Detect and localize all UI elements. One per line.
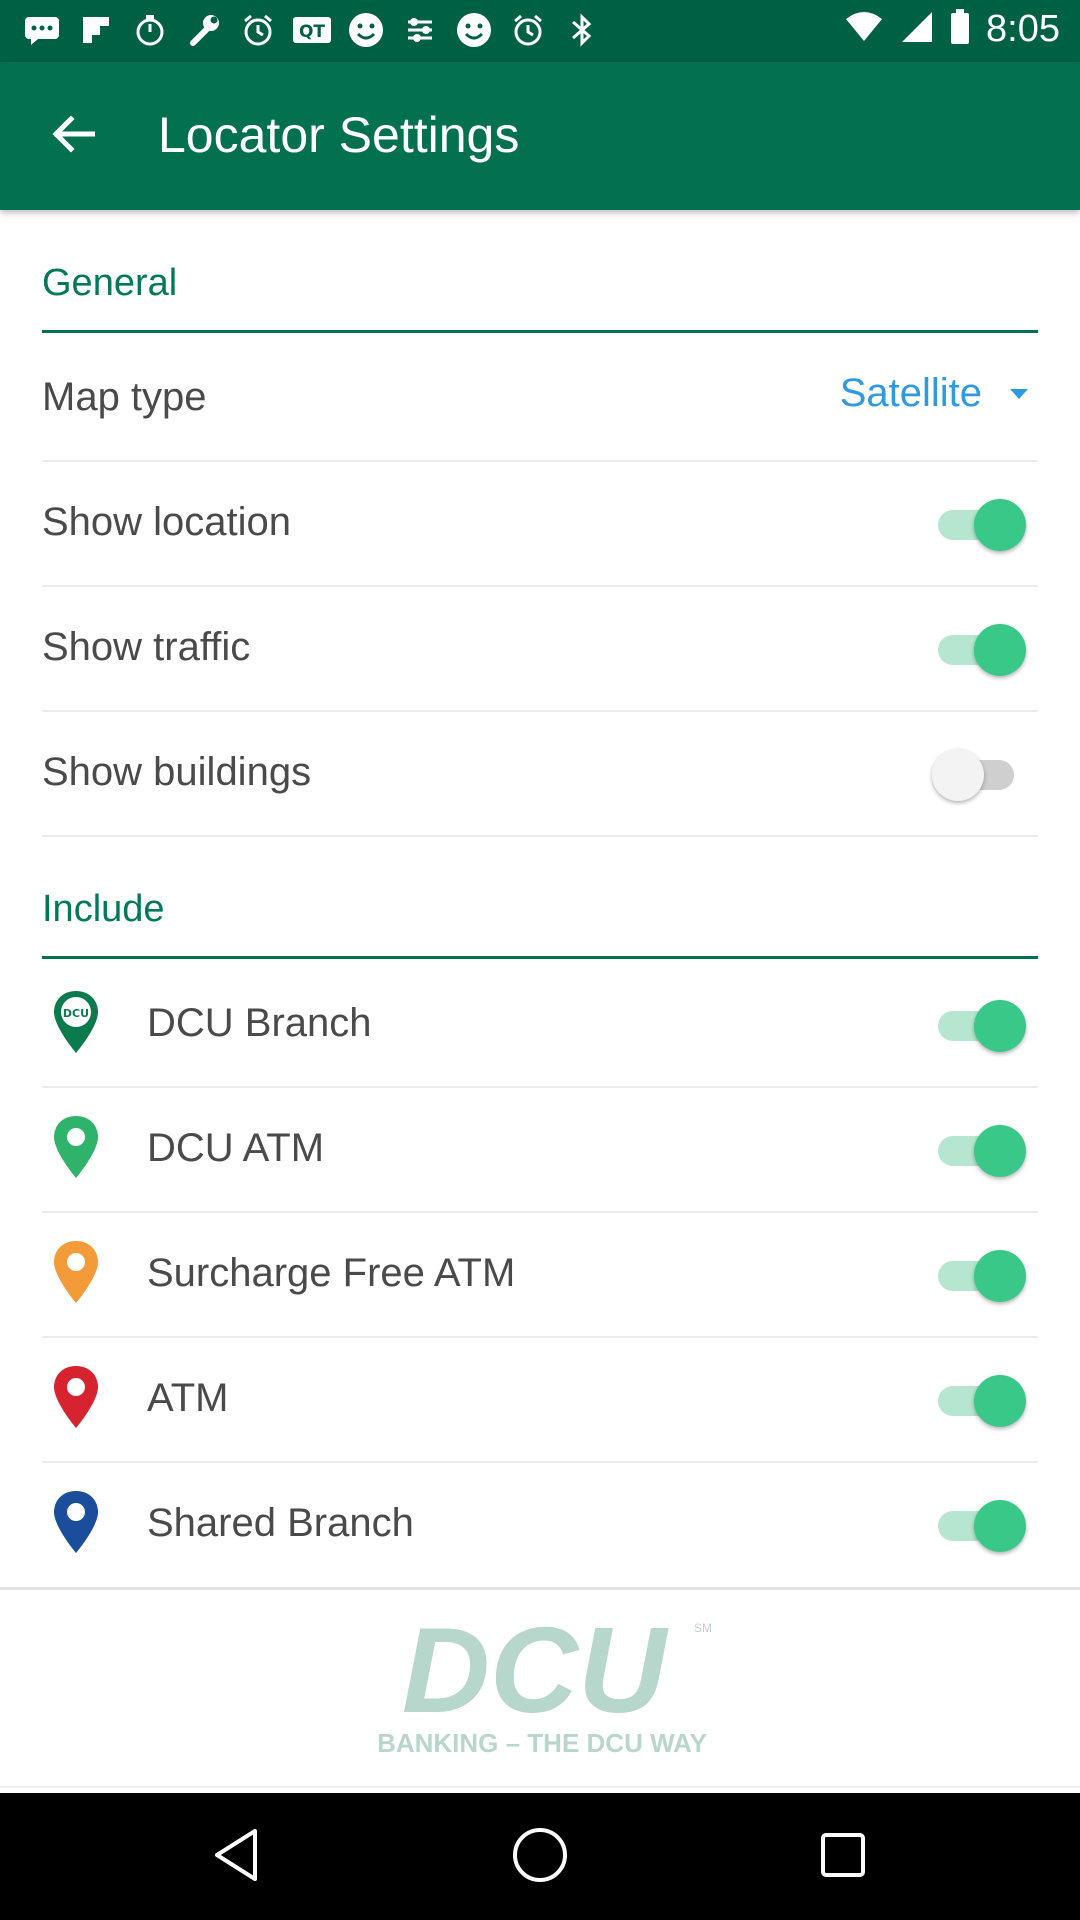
include-surcharge-free-atm-row[interactable]: Surcharge Free ATM [42,1213,1038,1338]
dropdown-arrow-icon [1010,388,1028,399]
toggle-thumb [974,1375,1026,1427]
toggle-thumb [974,1125,1026,1177]
map-type-value: Satellite [839,371,982,415]
show-buildings-toggle[interactable] [932,746,1028,802]
recents-square-icon [818,1830,868,1885]
map-type-label: Map type [42,375,207,419]
general-section-header: General [42,262,178,304]
atm-pin-icon [48,1362,104,1432]
show-traffic-toggle[interactable] [932,621,1028,677]
dcu-branch-label: DCU Branch [147,1001,372,1045]
dcu-atm-label: DCU ATM [147,1126,325,1170]
include-section-header: Include [42,888,165,930]
back-triangle-icon [211,1827,261,1888]
include-atm-row[interactable]: ATM [42,1338,1038,1463]
surcharge-free-atm-label: Surcharge Free ATM [147,1251,516,1295]
footer-divider [0,1587,1080,1590]
nav-recents-button[interactable] [803,1817,883,1897]
system-status: 8:05 [844,8,1060,51]
app-bar: Locator Settings [0,62,1080,210]
toggle-thumb [974,1500,1026,1552]
show-traffic-label: Show traffic [42,625,251,669]
show-traffic-row[interactable]: Show traffic [42,587,1038,712]
battery-icon [950,9,970,50]
map-type-row[interactable]: Map type Satellite [42,337,1038,462]
svg-text:QT: QT [299,22,325,42]
toggle-thumb [974,499,1026,551]
home-circle-icon [511,1826,569,1889]
toggle-thumb [932,749,984,801]
row-divider [42,835,1038,837]
smiley-icon [454,10,494,50]
include-dcu-branch-row[interactable]: DCU DCU Branch [42,963,1038,1088]
surcharge-free-atm-pin-icon [48,1237,104,1307]
status-time: 8:05 [986,8,1060,50]
include-section-divider [42,956,1038,959]
general-section-divider [42,330,1038,333]
smiley-icon [346,10,386,50]
back-arrow-icon [51,114,96,159]
flipboard-icon [76,10,116,50]
atm-label: ATM [147,1376,229,1420]
timer-icon [130,10,170,50]
notification-icons: QT [22,10,602,50]
wrench-icon [184,10,224,50]
dcu-branch-toggle[interactable] [932,997,1028,1053]
back-button[interactable] [38,104,108,168]
qt-icon: QT [292,10,332,50]
alarm-icon [238,10,278,50]
atm-toggle[interactable] [932,1372,1028,1428]
navigation-bar [0,1793,1080,1920]
dcu-atm-pin-icon [48,1112,104,1182]
wifi-icon [844,11,884,48]
toggle-thumb [974,1250,1026,1302]
toggle-thumb [974,1000,1026,1052]
logo-tagline: BANKING – THE DCU WAY [377,1728,707,1758]
bluetooth-icon [562,10,602,50]
dcu-logo: DCU SM BANKING – THE DCU WAY [352,1602,732,1762]
logo-service-mark: SM [694,1621,712,1635]
nav-home-button[interactable] [500,1817,580,1897]
svg-text:DCU: DCU [63,1007,89,1020]
messages-icon [22,10,62,50]
show-buildings-row[interactable]: Show buildings [42,712,1038,837]
nav-back-button[interactable] [196,1817,276,1897]
settings-app-icon [400,10,440,50]
show-location-label: Show location [42,500,292,544]
include-shared-branch-row[interactable]: Shared Branch [42,1463,1038,1588]
dcu-branch-pin-icon: DCU [48,987,104,1057]
signal-icon [900,10,934,49]
include-dcu-atm-row[interactable]: DCU ATM [42,1088,1038,1213]
surcharge-free-atm-toggle[interactable] [932,1247,1028,1303]
logo-text: DCU [402,1612,669,1738]
toggle-thumb [974,624,1026,676]
shared-branch-pin-icon [48,1487,104,1557]
bottom-divider [0,1786,1080,1788]
show-buildings-label: Show buildings [42,750,312,794]
page-title: Locator Settings [158,107,520,163]
map-type-select[interactable]: Satellite [840,371,1028,416]
dcu-atm-toggle[interactable] [932,1122,1028,1178]
shared-branch-label: Shared Branch [147,1501,414,1545]
shared-branch-toggle[interactable] [932,1497,1028,1553]
show-location-row[interactable]: Show location [42,462,1038,587]
alarm-icon [508,10,548,50]
status-bar: QT 8:05 [0,0,1080,62]
show-location-toggle[interactable] [932,496,1028,552]
